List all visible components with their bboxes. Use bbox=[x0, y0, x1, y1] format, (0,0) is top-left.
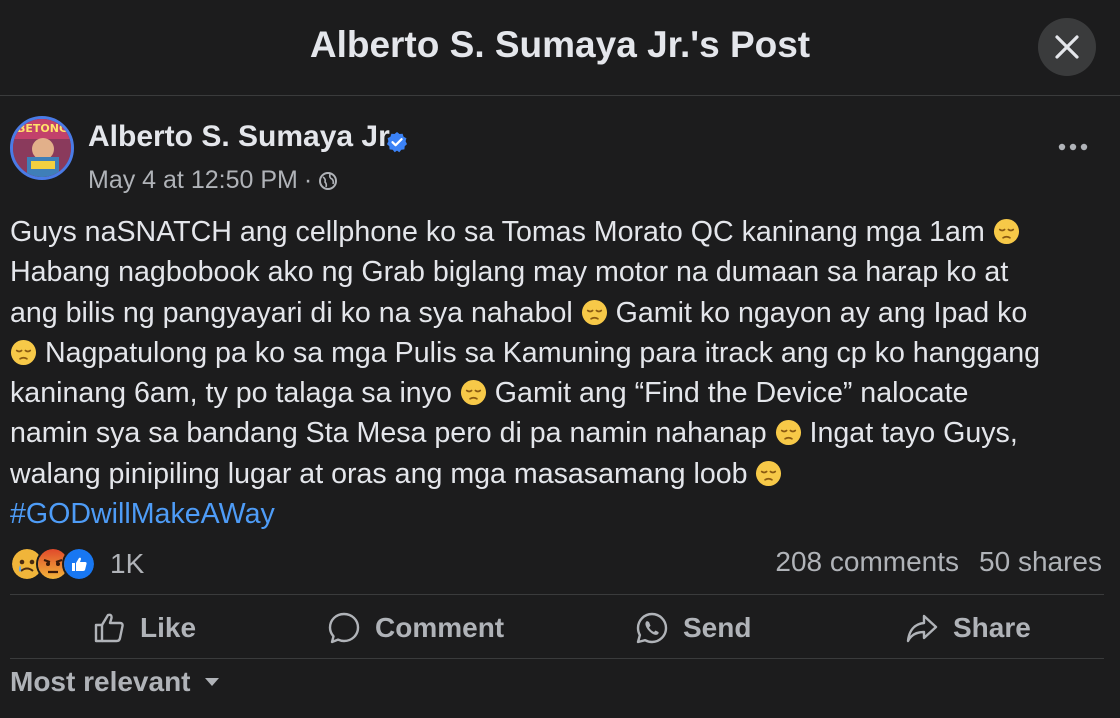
post-meta: May 4 at 12:50 PM · bbox=[88, 166, 338, 195]
shares-count[interactable]: 50 shares bbox=[979, 546, 1102, 578]
share-label: Share bbox=[953, 612, 1031, 643]
globe-icon bbox=[319, 171, 338, 190]
sort-label: Most relevant bbox=[10, 666, 191, 697]
share-button[interactable]: Share bbox=[905, 608, 1031, 648]
comment-label: Comment bbox=[375, 612, 505, 643]
post-text-segment: walang pinipiling lugar at oras ang mga … bbox=[10, 457, 756, 490]
post-stats: 208 comments 50 shares bbox=[775, 546, 1102, 578]
post-text-segment: Nagpatulong pa ko sa mga Pulis sa Kamuni… bbox=[37, 336, 1041, 369]
comment-icon bbox=[328, 612, 360, 644]
more-options-button[interactable] bbox=[1056, 134, 1090, 160]
post-text-segment: Gamit ko ngayon ay ang Ipad ko bbox=[607, 296, 1028, 329]
post-actions: Like Comment Send Share bbox=[10, 596, 1104, 658]
disappointed-face-emoji bbox=[993, 218, 1019, 245]
dialog-title: Alberto S. Sumaya Jr.'s Post bbox=[309, 24, 811, 65]
post-text-segment: Habang nagbobook ako ng Grab biglang may… bbox=[10, 256, 1009, 289]
post-text-line: namin sya sa bandang Sta Mesa pero di pa… bbox=[10, 413, 1105, 453]
divider bbox=[10, 594, 1104, 595]
like-icon bbox=[94, 613, 124, 643]
disappointed-face-emoji bbox=[460, 380, 486, 406]
dialog-header: Alberto S. Sumaya Jr.'s Post bbox=[0, 0, 1120, 96]
post-text-line: Nagpatulong pa ko sa mga Pulis sa Kamuni… bbox=[10, 333, 1105, 373]
like-button[interactable]: Like bbox=[92, 608, 196, 648]
send-label: Send bbox=[683, 612, 752, 643]
reaction-summary[interactable]: 1K bbox=[10, 546, 144, 582]
post-text-line: kaninang 6am, ty po talaga sa inyo Gamit… bbox=[10, 373, 1105, 413]
meta-separator: · bbox=[303, 166, 313, 194]
reaction-count: 1K bbox=[110, 548, 145, 579]
disappointed-face-emoji bbox=[581, 299, 607, 325]
post-text: Guys naSNATCH ang cellphone ko sa Tomas … bbox=[10, 212, 1105, 534]
author-avatar[interactable]: BETONG bbox=[10, 116, 74, 180]
comment-button[interactable]: Comment bbox=[327, 608, 504, 648]
like-reaction-icon bbox=[62, 547, 96, 581]
disappointed-face-emoji bbox=[10, 339, 37, 365]
avatar-logo-text: BETONG bbox=[17, 122, 68, 135]
author-name[interactable]: Alberto S. Sumaya Jr. bbox=[88, 120, 396, 154]
disappointed-face-emoji bbox=[756, 460, 782, 486]
hashtag-link[interactable]: #GODwillMakeAWay bbox=[10, 498, 275, 530]
post-text-line: Guys naSNATCH ang cellphone ko sa Tomas … bbox=[10, 212, 1105, 252]
avatar-image: BETONG bbox=[13, 119, 71, 177]
post-text-line: ang bilis ng pangyayari di ko na sya nah… bbox=[10, 293, 1105, 333]
disappointed-face-emoji bbox=[775, 420, 801, 446]
share-icon bbox=[906, 614, 938, 643]
close-icon bbox=[1055, 35, 1079, 59]
post-text-line: walang pinipiling lugar at oras ang mga … bbox=[10, 454, 1105, 494]
post-text-segment: ang bilis ng pangyayari di ko na sya nah… bbox=[10, 296, 581, 329]
divider bbox=[10, 658, 1104, 659]
post-text-line: Habang nagbobook ako ng Grab biglang may… bbox=[10, 252, 1105, 292]
post-text-segment: Guys naSNATCH ang cellphone ko sa Tomas … bbox=[10, 216, 993, 248]
send-button[interactable]: Send bbox=[635, 608, 751, 648]
whatsapp-icon bbox=[636, 612, 668, 644]
post-text-segment: Ingat tayo Guys, bbox=[801, 417, 1018, 450]
post-timestamp[interactable]: May 4 at 12:50 PM bbox=[88, 166, 298, 195]
post-text-segment: kaninang 6am, ty po talaga sa inyo bbox=[10, 377, 460, 410]
more-horizontal-icon bbox=[1058, 143, 1088, 151]
caret-down-icon bbox=[204, 678, 219, 686]
close-button[interactable] bbox=[1038, 18, 1096, 76]
verified-badge-icon bbox=[387, 132, 407, 153]
comments-count[interactable]: 208 comments bbox=[775, 546, 959, 578]
like-label: Like bbox=[140, 612, 197, 643]
comments-sort-dropdown[interactable]: Most relevant bbox=[10, 666, 221, 698]
post-text-line: #GODwillMakeAWay bbox=[10, 494, 1105, 534]
post-text-segment: Gamit ang “Find the Device” nalocate bbox=[486, 377, 969, 410]
post-text-segment: namin sya sa bandang Sta Mesa pero di pa… bbox=[10, 417, 775, 450]
